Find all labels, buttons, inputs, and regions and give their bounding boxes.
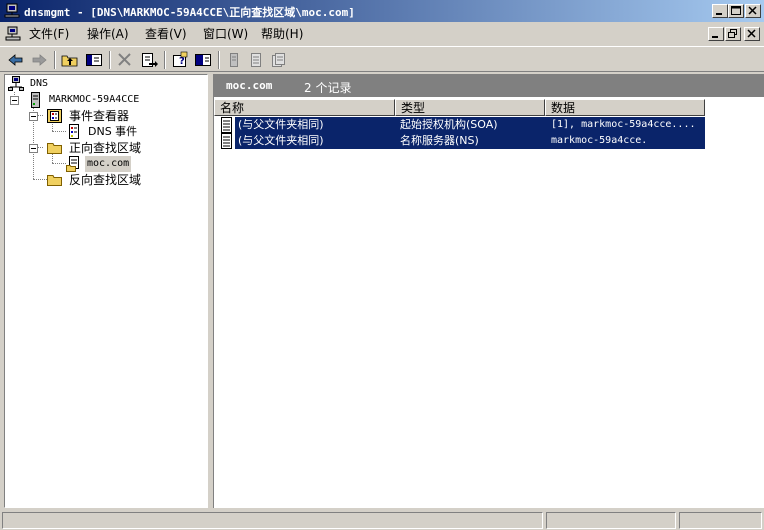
delete-button[interactable] [115,51,135,69]
menu-help[interactable]: 帮助(H) [261,26,303,42]
tree-label-reverse-zones: 反向查找区域 [69,173,142,187]
tree-label-server: MARKMOC-59A4CCE [49,94,140,105]
status-panel-3 [679,512,762,529]
cell-name: (与父文件夹相同) [238,134,324,147]
child-restore-button[interactable] [725,27,741,41]
column-header-type[interactable]: 类型 [395,99,545,116]
export-list-icon [139,51,159,69]
tree-line [33,179,47,180]
tree-label-dns-events: DNS 事件 [88,125,138,138]
mmc-console-icon[interactable] [4,26,22,45]
close-icon [745,28,759,40]
column-header-name[interactable]: 名称 [214,99,395,116]
minimize-icon [709,28,723,40]
details-header: moc.com 2 个记录 [214,75,764,97]
show-hide-tree-button[interactable] [84,51,104,69]
expand-toggle-forward-zones[interactable] [29,144,38,153]
cell-name: (与父文件夹相同) [238,118,324,131]
record-count: 2 个记录 [304,81,352,95]
event-log-icon [66,124,82,140]
dns-app-icon [4,3,20,19]
toolbar-separator [218,51,220,69]
record-icon [220,133,234,152]
menu-view[interactable]: 查看(V) [145,26,187,42]
column-header-data[interactable]: 数据 [545,99,705,116]
properties-help-button[interactable]: ? [170,51,190,69]
details-pane: moc.com 2 个记录 名称 类型 数据 (与父文件夹相同) 起始授权机构(… [213,74,764,508]
minimize-icon [713,5,727,17]
tree-label-event-viewer: 事件查看器 [69,109,130,123]
properties-button[interactable] [193,51,213,69]
dns-root-icon [8,76,24,92]
toolbar-separator [164,51,166,69]
status-bar [0,510,764,530]
tree-label-moc-com: moc.com [85,156,132,172]
menu-file[interactable]: 文件(F) [29,26,69,42]
back-button[interactable] [6,51,26,69]
svg-text:?: ? [179,56,185,67]
cell-type: 名称服务器(NS) [400,134,479,147]
up-folder-icon [60,51,80,69]
minimize-button[interactable] [712,4,728,18]
details-zone-name: moc.com [226,79,273,92]
up-one-level-button[interactable] [60,51,80,69]
window-title: dnsmgmt - [DNS\MARKMOC-59A4CCE\正向查找区域\mo… [24,6,355,19]
expand-toggle-event-viewer[interactable] [29,112,38,121]
restore-icon [726,28,740,40]
export-list-button[interactable] [139,51,159,69]
properties-icon [193,51,213,69]
close-button[interactable] [745,4,761,18]
forward-button[interactable] [29,51,49,69]
forward-icon [29,51,49,69]
menu-action[interactable]: 操作(A) [87,26,129,42]
tree-label-forward-zones: 正向查找区域 [69,141,142,155]
tree-line [52,163,66,164]
toolbar-separator [109,51,111,69]
new-record-icon [224,51,244,69]
help-icon: ? [170,51,190,69]
toolbar: ? [0,46,764,72]
cell-data: markmoc-59a4cce. [551,135,648,146]
menu-bar: 文件(F) 操作(A) 查看(V) 窗口(W) 帮助(H) [0,23,764,45]
folder-icon [47,140,63,156]
tree-line [52,131,66,132]
toolbar-separator [54,51,56,69]
cell-data: [1], markmoc-59a4cce.... [551,119,696,130]
close-icon [746,5,760,17]
cell-type: 起始授权机构(SOA) [400,118,498,131]
show-hide-tree-icon [84,51,104,69]
new-record-icon [246,51,266,69]
back-icon [6,51,26,69]
title-bar[interactable]: dnsmgmt - [DNS\MARKMOC-59A4CCE\正向查找区域\mo… [0,0,764,22]
status-panel-main [2,512,543,529]
new-host-button[interactable] [224,51,244,69]
table-row[interactable]: (与父文件夹相同) 起始授权机构(SOA) [1], markmoc-59a4c… [218,117,705,133]
new-alias-button[interactable] [246,51,266,69]
zone-icon [66,156,82,172]
expand-toggle-server[interactable] [10,96,19,105]
new-mail-exchanger-button[interactable] [268,51,288,69]
table-row[interactable]: (与父文件夹相同) 名称服务器(NS) markmoc-59a4cce. [218,133,705,149]
new-record-icon [268,51,288,69]
status-panel-2 [546,512,676,529]
maximize-button[interactable] [728,4,744,18]
maximize-icon [729,5,743,17]
child-minimize-button[interactable] [708,27,724,41]
server-icon [27,92,43,108]
child-close-button[interactable] [744,27,760,41]
menu-window[interactable]: 窗口(W) [203,26,248,42]
delete-icon [115,51,135,69]
tree-label-dns: DNS [30,78,49,89]
console-tree[interactable]: DNS MARKMOC-59A4CCE 事件查看器 DNS 事件 正向查找区域 [4,74,208,508]
event-viewer-icon [47,108,63,124]
folder-icon [47,172,63,188]
